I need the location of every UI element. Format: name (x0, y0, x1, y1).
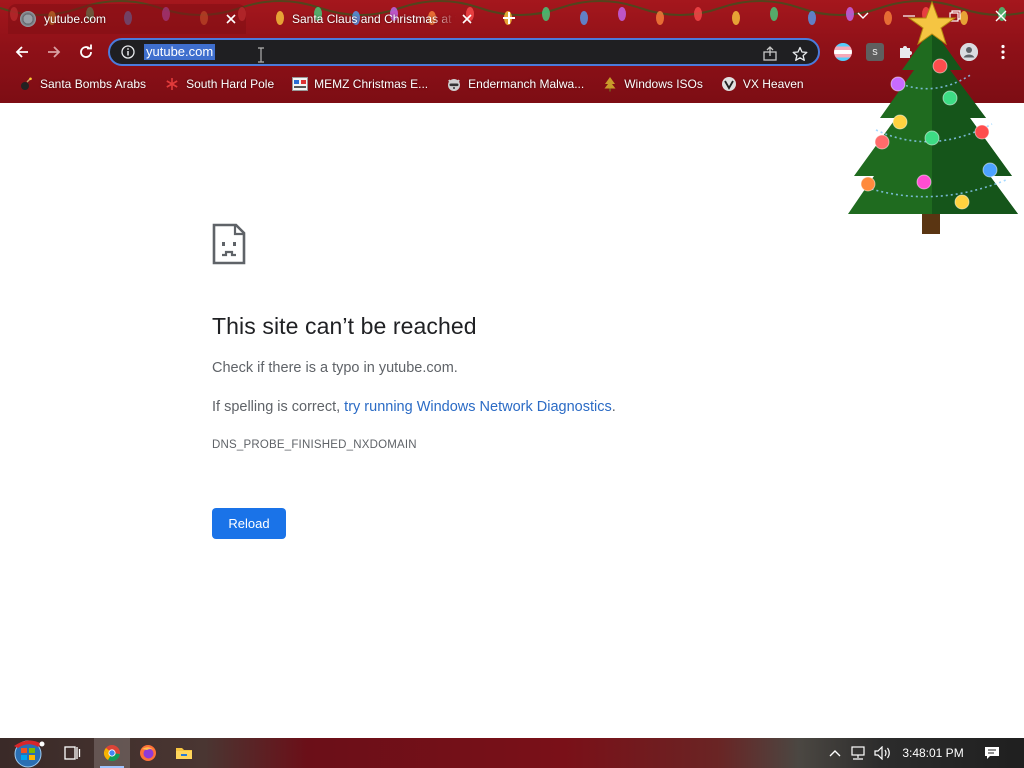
raccoon-icon (446, 76, 462, 92)
volume-icon[interactable] (872, 738, 894, 768)
reload-button[interactable]: Reload (212, 508, 286, 539)
ornament (942, 90, 958, 106)
back-arrow-icon[interactable] (7, 37, 37, 67)
bookmark-south-hard-pole[interactable]: South Hard Pole (158, 72, 280, 96)
network-icon[interactable] (848, 738, 868, 768)
globe-favicon-icon (20, 11, 36, 27)
bookmark-star-icon[interactable] (790, 44, 810, 64)
ornament (890, 76, 906, 92)
ornament (932, 58, 948, 74)
bookmark-label: Santa Bombs Arabs (40, 77, 147, 91)
ornament (916, 174, 932, 190)
taskbar-clock[interactable]: 3:48:01 PM (898, 738, 968, 768)
snowflake-icon (164, 76, 180, 92)
christmas-tree-decoration (848, 0, 1018, 234)
text-cursor-icon (258, 47, 264, 63)
ornament (924, 130, 940, 146)
bookmark-memz-christmas[interactable]: MEMZ Christmas E... (286, 72, 434, 96)
tab-title: Santa Claus and Christmas at the (292, 12, 456, 26)
task-view-icon[interactable] (54, 738, 90, 768)
sad-page-icon (212, 223, 246, 265)
bookmark-windows-isos[interactable]: Windows ISOs (596, 72, 709, 96)
typo-hint: Check if there is a typo in yutube.com. (212, 360, 458, 376)
close-tab-icon[interactable] (220, 8, 242, 30)
diagnostics-prefix: If spelling is correct, (212, 399, 345, 415)
ornament (874, 134, 890, 150)
page-favicon-icon (268, 11, 284, 27)
tab-santa-claus[interactable]: Santa Claus and Christmas at the (256, 4, 482, 34)
bookmark-label: Windows ISOs (624, 77, 703, 91)
bookmark-vx-heaven[interactable]: VX Heaven (715, 72, 810, 96)
chrome-icon[interactable] (94, 738, 130, 768)
bookmark-santa-bombs-arabs[interactable]: Santa Bombs Arabs (12, 72, 152, 96)
bookmark-label: Endermanch Malwa... (468, 77, 585, 91)
close-tab-icon[interactable] (456, 8, 478, 30)
network-diagnostics-link[interactable]: try running Windows Network Diagnostics (344, 399, 612, 415)
info-icon[interactable] (116, 40, 140, 64)
ornament (974, 124, 990, 140)
bomb-icon (18, 76, 34, 92)
error-title: This site can’t be reached (212, 313, 477, 339)
vx-icon (721, 76, 737, 92)
bookmark-label: MEMZ Christmas E... (314, 77, 429, 91)
bookmark-label: South Hard Pole (186, 77, 275, 91)
address-bar[interactable]: yutube.com (108, 38, 820, 66)
new-tab-plus-icon[interactable] (498, 7, 520, 29)
ornament (982, 162, 998, 178)
start-button-icon[interactable] (8, 738, 48, 768)
diagnostics-suffix: . (611, 399, 616, 415)
bookmark-endermanch-malware[interactable]: Endermanch Malwa... (440, 72, 590, 96)
ornament (860, 176, 876, 192)
tree-icon (602, 76, 618, 92)
file-explorer-icon[interactable] (166, 738, 202, 768)
reload-icon[interactable] (71, 37, 101, 67)
error-code: DNS_PROBE_FINISHED_NXDOMAIN (212, 439, 417, 451)
notification-center-icon[interactable] (980, 738, 1004, 768)
tray-overflow-chevron-icon[interactable] (826, 738, 844, 768)
windows-taskbar: 3:48:01 PM (0, 738, 1024, 768)
share-icon[interactable] (760, 44, 780, 64)
url-text[interactable]: yutube.com (144, 44, 216, 60)
bookmark-label: VX Heaven (742, 77, 804, 91)
ornament (892, 114, 908, 130)
ornament (954, 194, 970, 210)
diagnostics-hint: If spelling is correct, try running Wind… (212, 399, 616, 415)
tab-title: yutube.com (44, 12, 107, 26)
forward-arrow-icon[interactable] (39, 37, 69, 67)
memz-icon (292, 76, 309, 92)
tab-yutube[interactable]: yutube.com (8, 4, 246, 34)
firefox-icon[interactable] (130, 738, 166, 768)
